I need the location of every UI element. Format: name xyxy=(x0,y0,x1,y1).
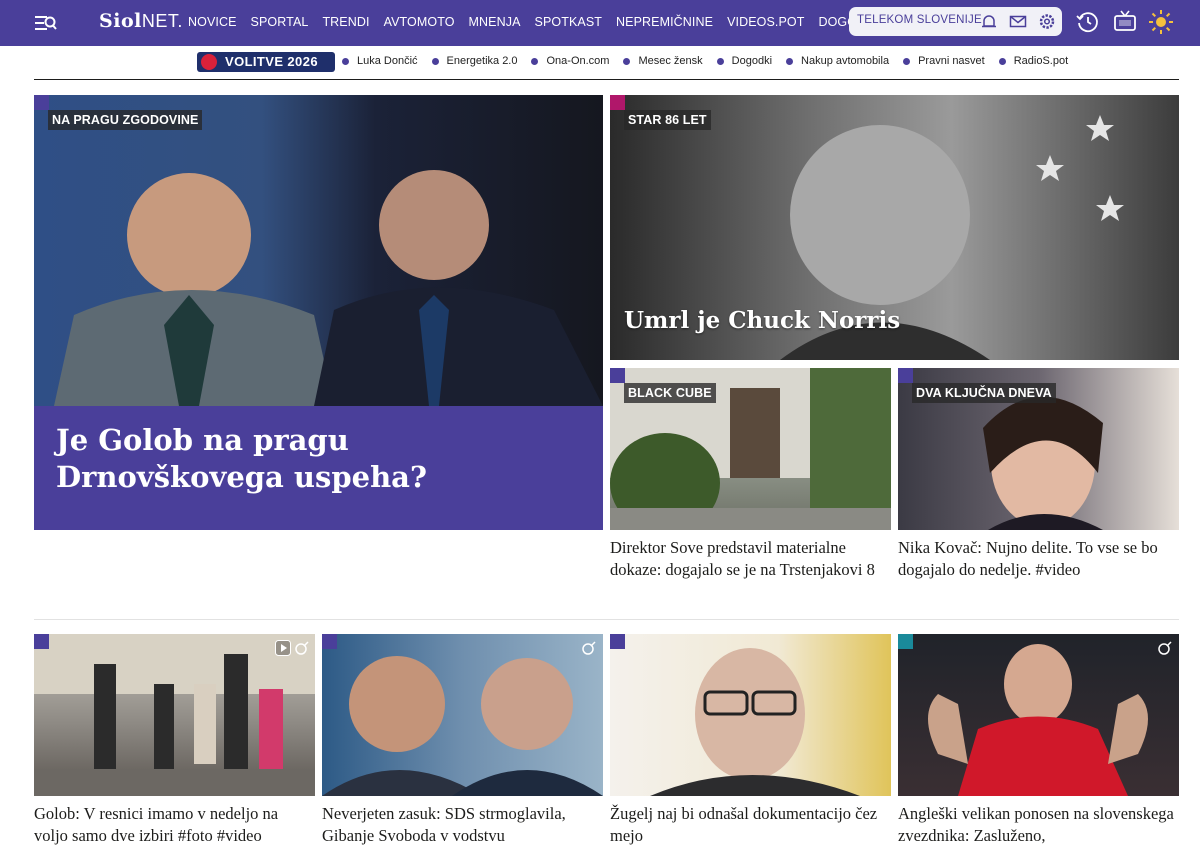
bell-icon[interactable] xyxy=(979,12,999,31)
article-title-link[interactable]: Neverjeten zasuk: SDS strmoglavila, Giba… xyxy=(322,803,603,847)
top-navigation-bar: SiolNET. NOVICE SPORTAL TRENDI AVTOMOTO … xyxy=(0,0,1200,46)
topic-link[interactable]: Energetika 2.0 xyxy=(432,55,518,67)
elections-badge[interactable]: VOLITVE 2026 xyxy=(197,52,335,72)
gear-icon[interactable] xyxy=(1037,12,1057,31)
article-tag: BLACK CUBE xyxy=(624,383,716,403)
camera-icon xyxy=(1157,640,1173,656)
category-marker xyxy=(610,368,625,383)
camera-icon xyxy=(581,640,597,656)
article-image[interactable]: BLACK CUBE xyxy=(610,368,891,530)
telekom-toolbar: TELEKOM SLOVENIJE xyxy=(849,7,1062,36)
article-image[interactable] xyxy=(322,634,603,796)
section-divider xyxy=(34,619,1179,620)
hero-article-image[interactable]: NA PRAGU ZGODOVINE xyxy=(34,95,603,406)
nav-item-videospot[interactable]: VIDEOS.POT xyxy=(727,15,804,29)
nav-item-avtomoto[interactable]: AVTOMOTO xyxy=(384,15,455,29)
article-image[interactable] xyxy=(34,634,315,796)
replay-icon[interactable] xyxy=(1075,9,1101,35)
article-title-link[interactable]: Direktor Sove predstavil materialne doka… xyxy=(610,537,891,581)
article-tag: STAR 86 LET xyxy=(624,110,711,130)
article-image[interactable] xyxy=(610,634,891,796)
nav-item-sportal[interactable]: SPORTAL xyxy=(251,15,309,29)
article-title-link[interactable]: Žugelj naj bi odnašal dokumentacijo čez … xyxy=(610,803,891,847)
hero-title: Je Golob na pragu Drnovškovega uspeha? xyxy=(56,423,427,494)
nav-item-novice[interactable]: NOVICE xyxy=(188,15,237,29)
topic-link[interactable]: Pravni nasvet xyxy=(903,55,985,67)
play-icon xyxy=(275,640,291,656)
main-nav: NOVICE SPORTAL TRENDI AVTOMOTO MNENJA SP… xyxy=(188,15,892,29)
telekom-link[interactable]: TELEKOM SLOVENIJE xyxy=(857,14,982,26)
category-marker xyxy=(898,368,913,383)
category-marker xyxy=(34,95,49,110)
nav-item-trendi[interactable]: TRENDI xyxy=(322,15,369,29)
nav-item-spotkast[interactable]: SPOTKAST xyxy=(535,15,602,29)
hero-title-panel[interactable]: Je Golob na pragu Drnovškovega uspeha? xyxy=(34,406,603,530)
article-title-link[interactable]: Nika Kovač: Nujno delite. To vse se bo d… xyxy=(898,537,1179,581)
logo-suffix: NET. xyxy=(141,11,183,31)
feature-title: Umrl je Chuck Norris xyxy=(624,307,901,334)
site-logo[interactable]: SiolNET. xyxy=(99,10,183,32)
article-title-link[interactable]: Angleški velikan ponosen na slovenskega … xyxy=(898,803,1179,847)
sun-icon[interactable] xyxy=(1148,9,1174,35)
feature-article-image[interactable]: STAR 86 LET Umrl je Chuck Norris xyxy=(610,95,1179,360)
article-tag: NA PRAGU ZGODOVINE xyxy=(48,110,203,130)
article-title-link[interactable]: Golob: V resnici imamo v nedeljo na volj… xyxy=(34,803,315,847)
mail-icon[interactable] xyxy=(1008,12,1028,31)
elections-badge-label: VOLITVE 2026 xyxy=(225,54,318,69)
category-marker xyxy=(34,634,49,649)
topic-link[interactable]: Nakup avtomobila xyxy=(786,55,889,67)
search-menu-icon[interactable] xyxy=(34,12,58,34)
nav-item-mnenja[interactable]: MNENJA xyxy=(469,15,521,29)
camera-icon xyxy=(294,640,310,656)
topic-link[interactable]: Luka Dončić xyxy=(342,55,418,67)
article-tag: DVA KLJUČNA DNEVA xyxy=(912,383,1056,403)
logo-main: Siol xyxy=(99,10,142,32)
topic-link[interactable]: Dogodki xyxy=(717,55,772,67)
article-image[interactable] xyxy=(898,634,1179,796)
elections-logo-icon xyxy=(201,54,217,70)
category-marker xyxy=(322,634,337,649)
tv-icon[interactable] xyxy=(1112,9,1138,35)
divider xyxy=(34,79,1179,80)
nav-item-nepremicnine[interactable]: NEPREMIČNINE xyxy=(616,15,713,29)
topic-links: Luka Dončić Energetika 2.0 Ona-On.com Me… xyxy=(342,55,1082,67)
article-image[interactable]: DVA KLJUČNA DNEVA xyxy=(898,368,1179,530)
secondary-nav: VOLITVE 2026 Luka Dončić Energetika 2.0 … xyxy=(0,46,1200,80)
topic-link[interactable]: RadioS.pot xyxy=(999,55,1068,67)
category-marker xyxy=(610,634,625,649)
category-marker xyxy=(610,95,625,110)
topic-link[interactable]: Mesec žensk xyxy=(623,55,702,67)
category-marker xyxy=(898,634,913,649)
topic-link[interactable]: Ona-On.com xyxy=(531,55,609,67)
